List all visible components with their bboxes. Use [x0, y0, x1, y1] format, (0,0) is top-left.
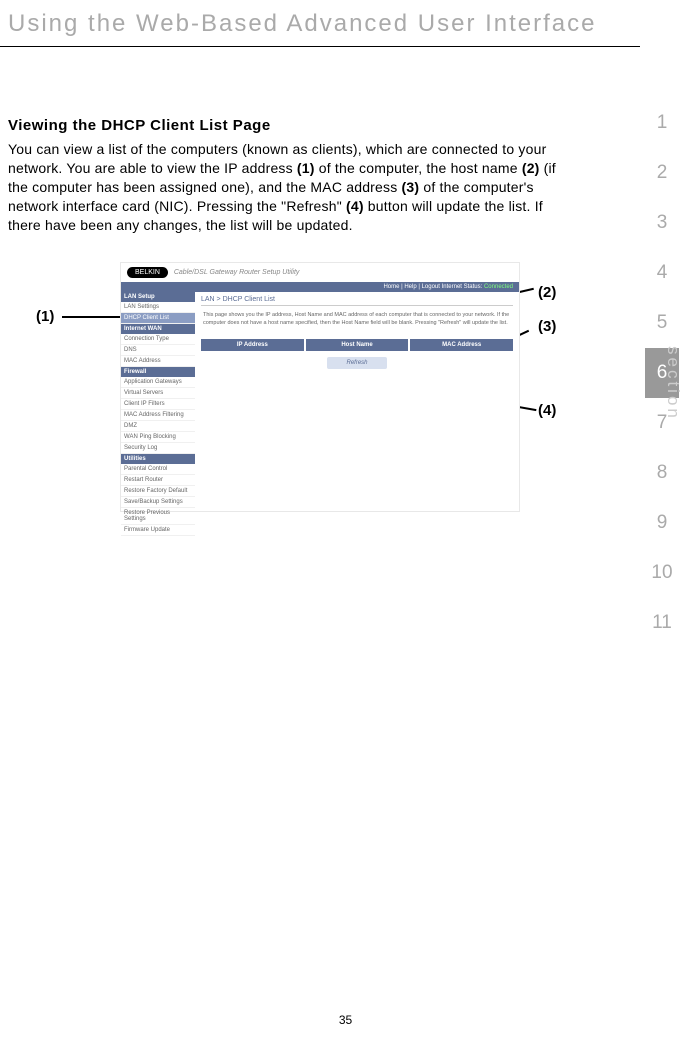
section-vertical-label: section	[663, 346, 683, 421]
ss-table-header: IP Address Host Name MAC Address	[201, 339, 513, 351]
ss-topnav-links[interactable]: Home | Help | Logout Internet Status:	[383, 284, 484, 290]
th-host-name: Host Name	[306, 339, 409, 351]
th-ip-address: IP Address	[201, 339, 304, 351]
callout-ref-1: (1)	[297, 160, 315, 176]
sidebar-item-connection-type[interactable]: Connection Type	[121, 334, 195, 345]
nav-item-4: 4	[645, 248, 679, 298]
ss-breadcrumb: LAN > DHCP Client List	[201, 292, 513, 306]
sidebar-item-security-log[interactable]: Security Log	[121, 443, 195, 454]
nav-item-9: 9	[645, 498, 679, 548]
ss-body: LAN Setup LAN Settings DHCP Client List …	[121, 292, 519, 502]
nav-item-3: 3	[645, 198, 679, 248]
belkin-logo: BELKIN	[127, 267, 168, 278]
page-header-title: Using the Web-Based Advanced User Interf…	[0, 0, 640, 47]
sidebar-item-parental[interactable]: Parental Control	[121, 464, 195, 475]
figure: (1) (2) (3) (4) BELKIN Cable/DSL Gateway…	[28, 262, 570, 522]
page-number: 35	[0, 1013, 691, 1027]
ss-status: Connected	[484, 284, 513, 290]
sidebar-item-dhcp-client-list[interactable]: DHCP Client List	[121, 313, 195, 324]
callout-ref-4: (4)	[346, 198, 364, 214]
ss-description: This page shows you the IP address, Host…	[201, 306, 513, 332]
callout-ref-3: (3)	[402, 179, 420, 195]
sidebar-item-mac-filtering[interactable]: MAC Address Filtering	[121, 410, 195, 421]
sidebar-item-dns[interactable]: DNS	[121, 345, 195, 356]
sidebar-item-virtual-servers[interactable]: Virtual Servers	[121, 388, 195, 399]
ss-logo-bar: BELKIN Cable/DSL Gateway Router Setup Ut…	[121, 263, 519, 282]
router-screenshot: BELKIN Cable/DSL Gateway Router Setup Ut…	[120, 262, 520, 512]
sidebar-hdr-firewall: Firewall	[121, 367, 195, 377]
nav-item-10: 10	[645, 548, 679, 598]
section-nav: 1 2 3 4 5 6 7 8 9 10 11 section	[645, 98, 683, 648]
ss-sidebar: LAN Setup LAN Settings DHCP Client List …	[121, 292, 195, 502]
sidebar-item-restore-prev[interactable]: Restore Previous Settings	[121, 508, 195, 525]
sidebar-item-restore-default[interactable]: Restore Factory Default	[121, 486, 195, 497]
nav-item-8: 8	[645, 448, 679, 498]
callout-3: (3)	[538, 318, 556, 335]
sidebar-hdr-lan: LAN Setup	[121, 292, 195, 302]
nav-item-2: 2	[645, 148, 679, 198]
sidebar-item-wan-ping[interactable]: WAN Ping Blocking	[121, 432, 195, 443]
ss-main: LAN > DHCP Client List This page shows y…	[195, 292, 519, 502]
sidebar-item-lan-settings[interactable]: LAN Settings	[121, 302, 195, 313]
nav-item-1: 1	[645, 98, 679, 148]
th-mac-address: MAC Address	[410, 339, 513, 351]
sidebar-item-client-ip-filters[interactable]: Client IP Filters	[121, 399, 195, 410]
ss-tagline: Cable/DSL Gateway Router Setup Utility	[174, 269, 300, 276]
sidebar-hdr-utilities: Utilities	[121, 454, 195, 464]
sidebar-hdr-wan: Internet WAN	[121, 324, 195, 334]
sidebar-item-firmware[interactable]: Firmware Update	[121, 525, 195, 536]
main-content: Viewing the DHCP Client List Page You ca…	[0, 47, 630, 522]
ss-topbar: Home | Help | Logout Internet Status: Co…	[121, 282, 519, 292]
section-heading: Viewing the DHCP Client List Page	[8, 117, 570, 134]
body-text-p1: of the computer, the host name	[315, 160, 522, 176]
nav-item-11: 11	[645, 598, 679, 648]
nav-item-5: 5	[645, 298, 679, 348]
sidebar-item-restart[interactable]: Restart Router	[121, 475, 195, 486]
sidebar-item-app-gateways[interactable]: Application Gateways	[121, 377, 195, 388]
refresh-button[interactable]: Refresh	[327, 357, 387, 369]
callout-ref-2: (2)	[522, 160, 540, 176]
callout-1: (1)	[36, 308, 54, 325]
sidebar-item-mac-address[interactable]: MAC Address	[121, 356, 195, 367]
callout-2: (2)	[538, 284, 556, 301]
sidebar-item-save-backup[interactable]: Save/Backup Settings	[121, 497, 195, 508]
callout-4: (4)	[538, 402, 556, 419]
body-text: You can view a list of the computers (kn…	[8, 140, 570, 234]
sidebar-item-dmz[interactable]: DMZ	[121, 421, 195, 432]
